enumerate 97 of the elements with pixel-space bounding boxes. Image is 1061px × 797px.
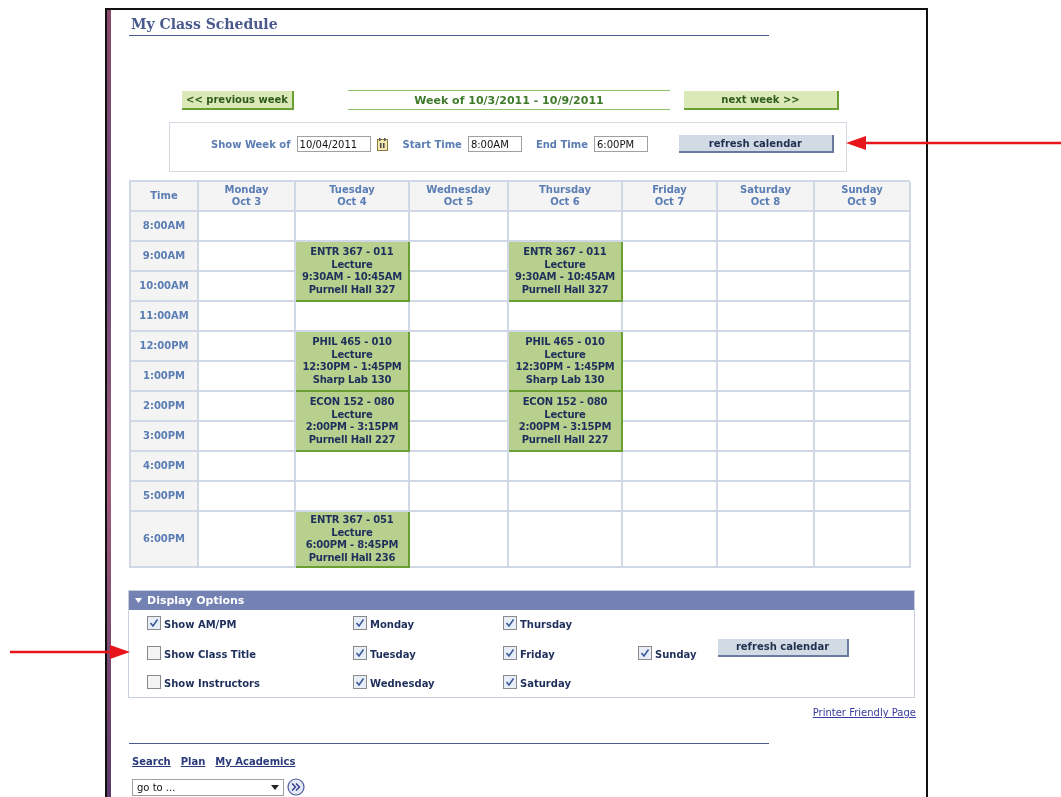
class-event[interactable]: PHIL 465 - 010 Lecture 12:30PM - 1:45PM Sharp Lab 130 xyxy=(296,332,410,392)
column-header: Friday Oct 7 xyxy=(623,182,718,212)
event-text: Purnell Hall 227 xyxy=(521,433,609,446)
column-header: Sunday Oct 9 xyxy=(815,182,911,212)
caret-icon xyxy=(135,597,142,604)
checkbox-label: Thursday xyxy=(520,619,573,630)
event-text: ECON 152 - 080 xyxy=(309,396,395,409)
column-header: Tuesday Oct 4 xyxy=(296,182,410,212)
checkbox[interactable] xyxy=(353,616,367,630)
time-cell: 3:00PM xyxy=(131,422,199,452)
checkbox[interactable] xyxy=(147,616,161,630)
display-options-header[interactable]: Display Options xyxy=(129,591,914,610)
time-cell: 11:00AM xyxy=(131,302,199,332)
checkbox-label: Show Instructors xyxy=(164,678,260,689)
event-text: Lecture xyxy=(331,348,373,361)
event-text: 6:00PM - 8:45PM xyxy=(305,539,399,552)
event-text: ENTR 367 - 051 xyxy=(310,514,394,527)
event-text: PHIL 465 - 010 xyxy=(312,336,392,349)
dropdown-caret-icon xyxy=(271,784,279,790)
field-label: Show Week of xyxy=(211,138,291,150)
event-text: ECON 152 - 080 xyxy=(522,396,608,409)
time-field[interactable]: 6:00PM xyxy=(593,136,648,152)
column-header: Wednesday Oct 5 xyxy=(410,182,509,212)
class-event[interactable]: ECON 152 - 080 Lecture 2:00PM - 3:15PM Purnell Hall 227 xyxy=(509,392,623,452)
field-label: End Time xyxy=(535,138,588,150)
time-cell: 9:00AM xyxy=(131,242,199,272)
checkbox-label: Friday xyxy=(520,648,555,660)
class-event[interactable]: ENTR 367 - 011 Lecture 9:30AM - 10:45AM Purnell Hall 327 xyxy=(509,242,623,302)
previous-week-button[interactable]: << previous week xyxy=(182,90,294,110)
event-text: Purnell Hall 227 xyxy=(308,433,396,446)
footer-link[interactable]: Search xyxy=(132,756,171,767)
column-header: Saturday Oct 8 xyxy=(718,182,815,212)
checkbox[interactable] xyxy=(503,645,517,660)
checkbox-label: Saturday xyxy=(520,678,571,689)
week-label: Week of 10/3/2011 - 10/9/2011 xyxy=(348,90,670,110)
event-text: Sharp Lab 130 xyxy=(525,373,605,386)
event-text: 9:30AM - 10:45AM xyxy=(515,271,615,284)
column-header: Monday Oct 3 xyxy=(199,182,296,212)
refresh-calendar-button[interactable]: refresh calendar xyxy=(718,638,849,657)
footer-link[interactable]: My Academics xyxy=(215,756,296,767)
time-cell: 4:00PM xyxy=(131,452,199,482)
time-cell: 8:00AM xyxy=(131,212,199,242)
class-event[interactable]: ENTR 367 - 051 Lecture 6:00PM - 8:45PM Purnell Hall 236 xyxy=(296,512,410,568)
event-text: 12:30PM - 1:45PM xyxy=(302,361,402,374)
checkbox[interactable] xyxy=(503,675,517,689)
checkbox-label: Wednesday xyxy=(370,678,435,689)
checkbox[interactable] xyxy=(353,675,367,689)
checkbox-label: Show Class Title xyxy=(164,648,257,660)
checkbox-label: Sunday xyxy=(655,648,697,660)
class-event[interactable]: ECON 152 - 080 Lecture 2:00PM - 3:15PM Purnell Hall 227 xyxy=(296,392,410,452)
next-week-button[interactable]: next week >> xyxy=(684,90,839,110)
date-field[interactable]: 10/04/2011 xyxy=(296,136,371,152)
column-header: Thursday Oct 6 xyxy=(509,182,623,212)
column-header: Time xyxy=(131,182,199,212)
time-cell: 2:00PM xyxy=(131,392,199,422)
checkbox-label: Monday xyxy=(370,619,415,630)
event-text: Sharp Lab 130 xyxy=(312,373,392,386)
checkbox[interactable] xyxy=(353,645,367,660)
event-text: ENTR 367 - 011 xyxy=(523,246,607,259)
checkbox[interactable] xyxy=(147,675,161,689)
time-cell: 6:00PM xyxy=(131,512,199,568)
event-text: 12:30PM - 1:45PM xyxy=(515,361,615,374)
event-text: 9:30AM - 10:45AM xyxy=(302,271,402,284)
event-text: 2:00PM - 3:15PM xyxy=(518,421,612,434)
event-text: Purnell Hall 236 xyxy=(308,551,396,564)
event-text: PHIL 465 - 010 xyxy=(525,336,605,349)
checkbox[interactable] xyxy=(147,645,161,660)
panel-title: Display Options xyxy=(147,594,245,607)
event-text: Lecture xyxy=(544,258,586,271)
event-text: ENTR 367 - 011 xyxy=(310,246,394,259)
event-text: Purnell Hall 327 xyxy=(308,283,396,296)
checkbox-label: Show AM/PM xyxy=(164,619,237,630)
event-text: Lecture xyxy=(544,408,586,421)
time-field[interactable]: 8:00AM xyxy=(467,136,522,152)
event-text: Lecture xyxy=(331,526,373,539)
goto-dropdown[interactable]: go to ... xyxy=(132,778,284,796)
event-text: Lecture xyxy=(544,348,586,361)
event-text: 2:00PM - 3:15PM xyxy=(305,421,399,434)
time-cell: 5:00PM xyxy=(131,482,199,512)
time-cell: 1:00PM xyxy=(131,362,199,392)
calendar-icon[interactable] xyxy=(376,137,388,151)
refresh-calendar-button[interactable]: refresh calendar xyxy=(678,135,834,153)
event-text: Lecture xyxy=(331,258,373,271)
footer-link[interactable]: Plan xyxy=(180,756,206,767)
checkbox-label: Tuesday xyxy=(370,648,416,660)
time-cell: 12:00PM xyxy=(131,332,199,362)
class-event[interactable]: PHIL 465 - 010 Lecture 12:30PM - 1:45PM Sharp Lab 130 xyxy=(509,332,623,392)
printer-friendly-link[interactable]: Printer Friendly Page xyxy=(812,707,916,718)
field-label: Start Time xyxy=(402,138,462,150)
event-text: Purnell Hall 327 xyxy=(521,283,609,296)
checkbox[interactable] xyxy=(638,645,652,660)
time-cell: 10:00AM xyxy=(131,272,199,302)
checkbox[interactable] xyxy=(503,616,517,630)
go-icon[interactable] xyxy=(287,778,305,796)
page-title: My Class Schedule xyxy=(130,16,278,32)
class-event[interactable]: ENTR 367 - 011 Lecture 9:30AM - 10:45AM Purnell Hall 327 xyxy=(296,242,410,302)
event-text: Lecture xyxy=(331,408,373,421)
